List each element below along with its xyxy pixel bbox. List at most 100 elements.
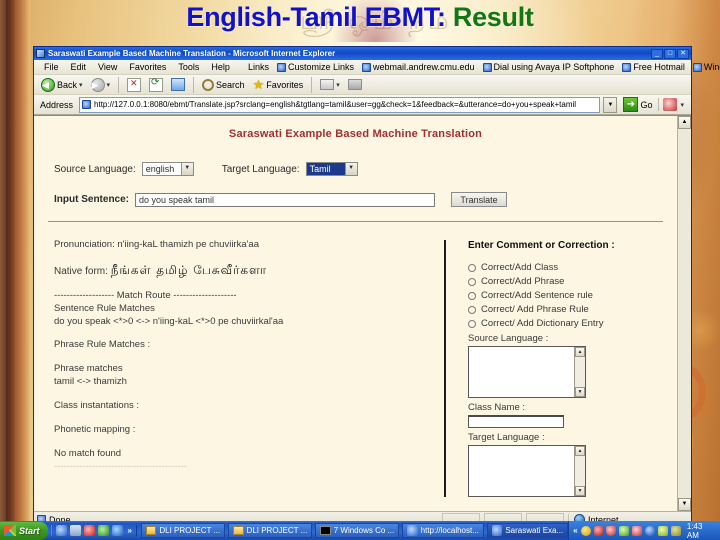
textarea-scrollbar[interactable]: ▲ ▼ [574, 446, 585, 496]
opera-icon[interactable] [97, 525, 109, 536]
bluetooth-icon[interactable] [645, 525, 656, 536]
go-button[interactable]: ➜ Go [620, 97, 655, 112]
menu-item-edit[interactable]: Edit [65, 62, 93, 72]
link-dial-avaya-softphone[interactable]: Dial using Avaya IP Softphone [479, 62, 619, 72]
radio-label: Correct/ Add Phrase Rule [481, 304, 589, 315]
network-icon[interactable] [619, 525, 630, 536]
printer-icon [347, 79, 362, 90]
warning-icon[interactable] [580, 525, 591, 536]
link-customize-links[interactable]: Customize Links [273, 62, 358, 72]
chevron-down-icon[interactable]: ▾ [107, 81, 111, 89]
address-bar: Address http://127.0.0.1:8080/ebmt/Trans… [34, 95, 691, 115]
page-vertical-scrollbar[interactable]: ▲ ▼ [677, 116, 691, 511]
radio-option-correct-add-dictionary-entry[interactable]: Correct/ Add Dictionary Entry [468, 318, 667, 329]
show-desktop-icon[interactable] [69, 525, 81, 536]
scroll-down-button[interactable]: ▼ [678, 498, 691, 511]
ie-page-icon [482, 62, 492, 72]
address-links-button[interactable]: ▾ [658, 98, 688, 111]
scrollbar-track[interactable] [678, 129, 691, 498]
input-sentence-row: Input Sentence: do you speak tamil Trans… [34, 192, 677, 207]
taskbar-window-list: DLI PROJECT ... DLI PROJECT ... 7 Window… [137, 523, 569, 538]
taskbar-item-dli-project-1[interactable]: DLI PROJECT ... [140, 523, 226, 538]
taskbar-item-windows-console[interactable]: 7 Windows Co ... [315, 523, 400, 538]
menu-item-help[interactable]: Help [205, 62, 236, 72]
start-button[interactable]: Start [0, 521, 48, 540]
maximize-button[interactable]: □ [664, 48, 676, 59]
volume-icon[interactable] [658, 525, 668, 536]
tray-chevron-icon[interactable]: « [573, 526, 577, 535]
shield-icon[interactable] [606, 525, 617, 536]
menu-item-tools[interactable]: Tools [172, 62, 205, 72]
radio-label: Correct/ Add Dictionary Entry [481, 318, 604, 329]
address-dropdown-button[interactable]: ▼ [603, 96, 618, 113]
source-language-value: english [145, 164, 175, 174]
taskbar-item-dli-project-2[interactable]: DLI PROJECT ... [228, 523, 313, 538]
radio-option-correct-add-phrase-rule[interactable]: Correct/ Add Phrase Rule [468, 304, 667, 315]
forward-button[interactable]: ▶ ▾ [88, 76, 114, 94]
taskbar-item-saraswati[interactable]: Saraswati Exa... [486, 523, 569, 538]
native-form-line: Native form: நீங்கள் தமிழ் பேசுவீர்களா [54, 263, 434, 278]
correction-source-language-textarea[interactable]: ▲ ▼ [468, 346, 586, 398]
input-sentence-field[interactable]: do you speak tamil [135, 192, 436, 207]
link-free-hotmail[interactable]: Free Hotmail [618, 62, 689, 72]
chevron-down-icon[interactable]: ▾ [79, 81, 83, 89]
link-windows[interactable]: Windows [689, 62, 720, 72]
browser-toolbar: ◀ Back ▾ ▶ ▾ Search ★ Favorites [34, 75, 691, 95]
link-webmail-andrew-cmu[interactable]: webmail.andrew.cmu.edu [358, 62, 479, 72]
browser-window-title: Saraswati Example Based Machine Translat… [48, 49, 336, 58]
menu-item-view[interactable]: View [92, 62, 123, 72]
source-language-select[interactable]: english ▼ [141, 162, 194, 176]
scroll-up-button[interactable]: ▲ [678, 116, 691, 129]
favorites-button[interactable]: ★ Favorites [250, 76, 307, 94]
textarea-scrollbar[interactable]: ▲ ▼ [574, 347, 585, 397]
menu-item-favorites[interactable]: Favorites [123, 62, 172, 72]
radio-option-correct-add-phrase[interactable]: Correct/Add Phrase [468, 276, 667, 287]
target-language-select[interactable]: Tamil ▼ [305, 162, 358, 176]
start-label: Start [19, 525, 40, 536]
quicklaunch-chevron-icon[interactable]: » [126, 526, 132, 535]
print-button[interactable] [345, 76, 365, 94]
media-player-icon[interactable] [83, 525, 95, 536]
chevron-down-icon: ▼ [180, 163, 193, 175]
chevron-down-icon[interactable]: ▾ [680, 101, 684, 109]
correction-target-language-textarea[interactable]: ▲ ▼ [468, 445, 586, 497]
page-title-part-2: Result [452, 2, 534, 32]
target-language-value: Tamil [309, 164, 345, 174]
address-input[interactable]: http://127.0.0.1:8080/ebmt/Translate.jsp… [79, 96, 601, 113]
refresh-button[interactable] [146, 76, 166, 94]
ie-page-icon [692, 62, 702, 72]
page-heading: Saraswati Example Based Machine Translat… [228, 128, 483, 140]
radio-option-correct-add-class[interactable]: Correct/Add Class [468, 262, 667, 273]
scroll-down-icon[interactable]: ▼ [575, 387, 585, 397]
ie-quicklaunch-icon[interactable] [55, 525, 67, 536]
scroll-down-icon[interactable]: ▼ [575, 486, 585, 496]
antivirus-icon[interactable] [593, 525, 604, 536]
radio-option-correct-add-sentence-rule[interactable]: Correct/Add Sentence rule [468, 290, 667, 301]
scroll-up-icon[interactable]: ▲ [575, 446, 585, 456]
minimize-button[interactable]: _ [651, 48, 663, 59]
phrase-matches-value: tamil <-> thamizh [54, 376, 127, 388]
mail-button[interactable]: ▾ [317, 76, 343, 94]
back-button[interactable]: ◀ Back ▾ [38, 76, 86, 94]
messenger-icon[interactable] [632, 525, 643, 536]
radio-button-icon [468, 291, 476, 300]
correction-target-language-label: Target Language : [468, 432, 545, 443]
scroll-up-icon[interactable]: ▲ [575, 347, 585, 357]
taskbar-item-localhost[interactable]: http://localhost... [402, 523, 484, 538]
menu-item-file[interactable]: File [38, 62, 65, 72]
stop-button[interactable] [124, 76, 144, 94]
go-label: Go [640, 99, 653, 110]
chevron-down-icon[interactable]: ▾ [336, 81, 340, 89]
home-button[interactable] [168, 76, 188, 94]
taskbar-item-label: DLI PROJECT ... [246, 526, 308, 535]
translate-button[interactable]: Translate [451, 192, 508, 207]
class-name-input[interactable] [468, 415, 564, 428]
updates-icon[interactable] [670, 525, 681, 536]
outlook-icon[interactable] [111, 525, 123, 536]
search-button[interactable]: Search [199, 76, 248, 94]
taskbar-clock[interactable]: 1:43 AM [684, 522, 716, 540]
radio-label: Correct/Add Phrase [481, 276, 565, 287]
toolbar-separator [311, 76, 313, 93]
close-button[interactable]: ✕ [677, 48, 689, 59]
address-label: Address [40, 99, 74, 110]
